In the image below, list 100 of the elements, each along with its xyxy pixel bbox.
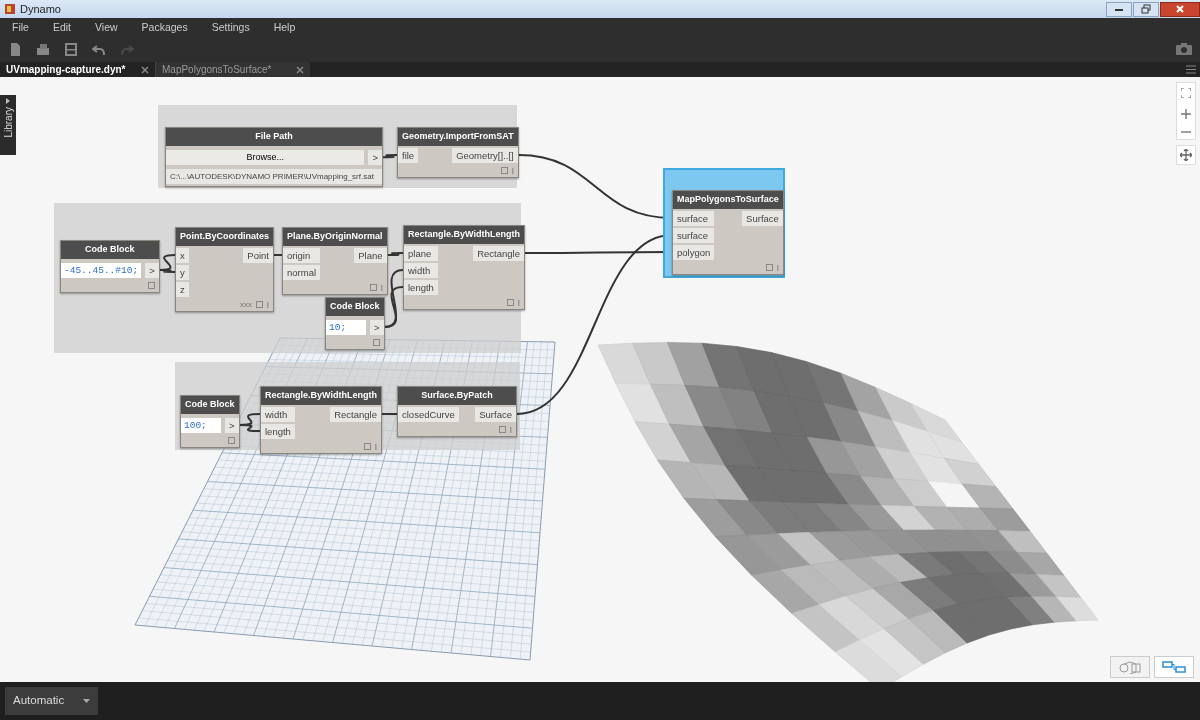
output-port[interactable]: >	[145, 262, 159, 278]
lacing-label: xxx	[240, 299, 252, 309]
node-title: Code Block	[61, 241, 159, 259]
pan-button[interactable]	[1176, 145, 1196, 165]
input-port[interactable]: width	[261, 406, 295, 422]
node-card[interactable]: Surface.ByPatch closedCurve Surface	[397, 386, 517, 437]
output-port[interactable]: Point	[243, 247, 273, 263]
wire	[380, 413, 398, 415]
node-card[interactable]: Code Block -45..45..#10; >	[60, 240, 160, 293]
pan-icon	[1180, 149, 1192, 161]
input-port[interactable]: closedCurve	[398, 406, 459, 422]
expand-icon[interactable]	[5, 98, 11, 104]
zoom-out-icon[interactable]	[1181, 129, 1191, 134]
output-port[interactable]: Rectangle	[473, 245, 524, 261]
save-icon[interactable]	[64, 41, 78, 57]
camera-icon[interactable]	[1176, 43, 1192, 55]
preview-toggle-icon[interactable]	[506, 298, 514, 306]
open-icon[interactable]	[36, 41, 50, 57]
graph-view-icon	[1162, 660, 1186, 674]
wire	[382, 154, 398, 159]
node-title: Geometry.ImportFromSAT	[398, 128, 518, 146]
output-port[interactable]: Plane	[354, 247, 387, 263]
input-port[interactable]: width	[404, 262, 438, 278]
output-port[interactable]: >	[369, 319, 384, 335]
input-port[interactable]: surface	[673, 227, 715, 243]
preview-toggle-icon[interactable]	[499, 425, 506, 433]
menu-item[interactable]: Edit	[40, 18, 83, 36]
menu-item[interactable]: Packages	[129, 18, 200, 36]
fit-view-icon[interactable]	[1181, 88, 1191, 99]
output-port[interactable]: >	[368, 149, 382, 165]
preview-toggle-icon[interactable]	[369, 283, 377, 291]
info-mark-icon	[511, 166, 514, 174]
output-port[interactable]: Surface	[742, 210, 783, 226]
graph-view-button[interactable]	[1154, 656, 1194, 678]
browse-button[interactable]: Browse...	[166, 149, 365, 165]
caret-icon	[83, 699, 90, 703]
node-card[interactable]: Code Block 10; >	[325, 297, 385, 350]
input-port[interactable]: file	[398, 147, 419, 163]
menu-item[interactable]: Settings	[199, 18, 262, 36]
app-logo-icon	[4, 3, 16, 15]
input-port[interactable]: polygon	[673, 244, 715, 260]
preview-toggle-icon[interactable]	[147, 281, 155, 289]
input-port[interactable]: z	[176, 281, 189, 297]
node-card[interactable]: Point.ByCoordinates x y z Point xxx	[175, 227, 274, 312]
output-port[interactable]: >	[224, 417, 239, 433]
node-title: Rectangle.ByWidthLength	[404, 226, 524, 244]
node-title: MapPolygonsToSurface	[673, 191, 783, 209]
restore-button[interactable]	[1133, 1, 1159, 17]
info-mark-icon	[374, 442, 377, 450]
output-port[interactable]: Rectangle	[330, 406, 381, 422]
input-port[interactable]: normal	[283, 264, 321, 280]
node-card[interactable]: Plane.ByOriginNormal origin normal Plane	[282, 227, 388, 295]
close-icon[interactable]	[141, 65, 149, 74]
close-icon	[1175, 4, 1185, 14]
output-port[interactable]: Geometry[]..[]	[452, 147, 518, 163]
minimize-icon	[1114, 6, 1124, 12]
input-port[interactable]: plane	[404, 245, 438, 261]
output-port[interactable]: Surface	[475, 406, 516, 422]
wire	[386, 252, 404, 256]
preview-toggle-icon[interactable]	[256, 300, 263, 308]
minimize-button[interactable]	[1106, 1, 1132, 17]
menu-icon[interactable]	[1186, 65, 1196, 74]
wire	[383, 286, 404, 328]
node-card[interactable]: Geometry.ImportFromSAT file Geometry[]..[]	[397, 127, 519, 178]
info-mark-icon	[380, 283, 383, 291]
run-mode-dropdown[interactable]: Automatic	[5, 687, 98, 715]
close-icon[interactable]	[296, 65, 304, 74]
node-card[interactable]: Rectangle.ByWidthLength width length Rectangle	[260, 386, 382, 454]
node-card[interactable]: File Path Browse... > C:\...\AUTODESK\DYNAMO PRIMER\UVmapping_srf.sat	[165, 127, 383, 187]
node-title: File Path	[166, 128, 382, 146]
node-card[interactable]: MapPolygonsToSurface surface surface polygon Surface	[672, 190, 784, 275]
menu-item[interactable]: File	[0, 18, 41, 36]
node-card[interactable]: Rectangle.ByWidthLength plane width length Rectangle	[403, 225, 525, 310]
window-title: Dynamo	[20, 1, 62, 17]
zoom-in-icon[interactable]	[1181, 109, 1191, 119]
node-title: Surface.ByPatch	[398, 387, 516, 405]
code-text: 10;	[326, 319, 366, 335]
preview-toggle-icon[interactable]	[500, 166, 508, 174]
geometry-view-button[interactable]	[1110, 656, 1150, 678]
close-button[interactable]	[1160, 1, 1200, 17]
menu-item[interactable]: View	[83, 18, 130, 36]
input-port[interactable]: surface	[673, 210, 715, 226]
preview-toggle-icon[interactable]	[372, 338, 380, 346]
input-port[interactable]: y	[176, 264, 189, 280]
preview-toggle-icon[interactable]	[227, 436, 235, 444]
new-icon[interactable]	[8, 41, 22, 57]
node-title: Rectangle.ByWidthLength	[261, 387, 381, 405]
code-text: -45..45..#10;	[61, 262, 142, 278]
preview-toggle-icon[interactable]	[363, 442, 371, 450]
document-tab[interactable]: MapPolygonsToSurface*	[155, 62, 310, 77]
preview-toggle-icon[interactable]	[765, 263, 773, 271]
library-tab[interactable]: Library	[0, 95, 16, 155]
menu-item[interactable]: Help	[261, 18, 308, 36]
code-text: 100;	[181, 417, 221, 433]
input-port[interactable]: origin	[283, 247, 321, 263]
info-mark-icon	[776, 263, 779, 271]
input-port[interactable]: length	[261, 423, 295, 439]
input-port[interactable]: x	[176, 247, 189, 263]
input-port[interactable]: length	[404, 279, 438, 295]
node-card[interactable]: Code Block 100; >	[180, 395, 240, 448]
